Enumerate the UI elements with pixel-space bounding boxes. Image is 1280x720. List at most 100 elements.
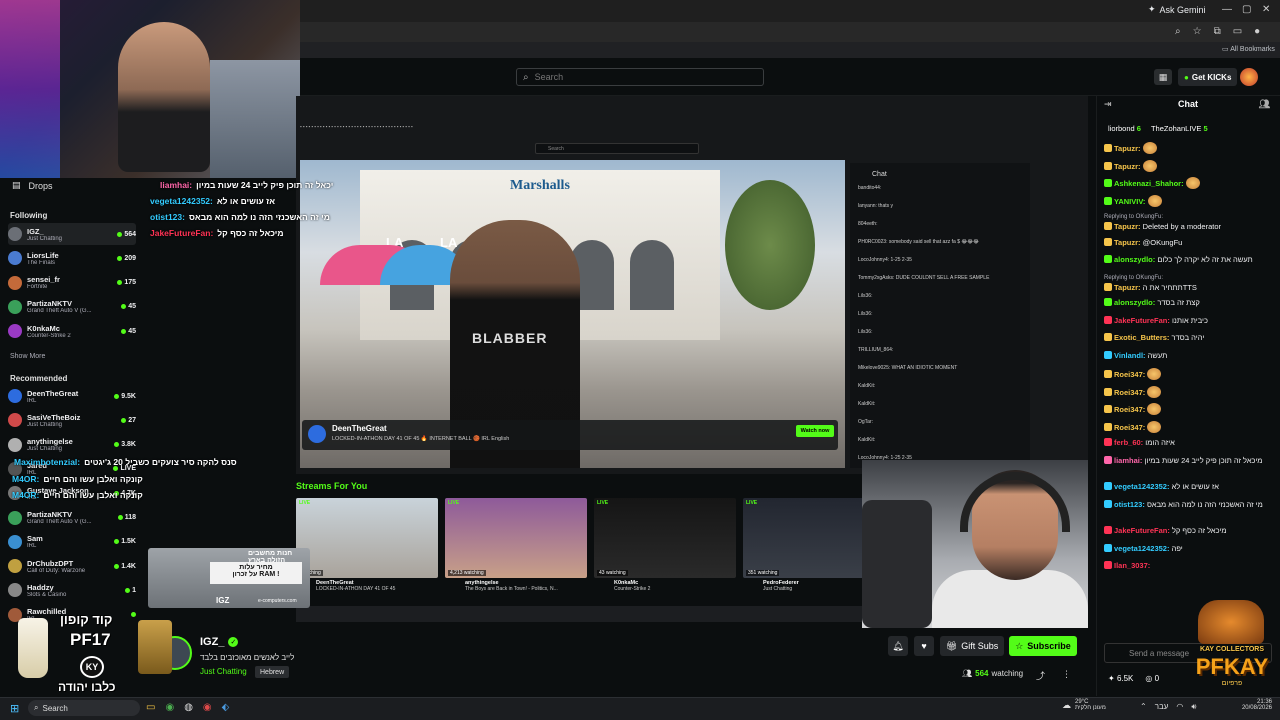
- share-icon[interactable]: ⤴: [1036, 669, 1045, 682]
- sidebar-icon[interactable]: ▭: [1233, 26, 1242, 37]
- chat-message[interactable]: JakeFutureFan: כיבית אותנו: [1104, 315, 1276, 326]
- stream-promo-banner[interactable]: DeenTheGreat LOCKED-IN-ATHON DAY 41 OF 4…: [302, 420, 838, 450]
- watch-now-button[interactable]: Watch now: [796, 425, 834, 437]
- chat-message[interactable]: Roei347:: [1104, 385, 1276, 398]
- sidebar-channel[interactable]: Haddzy Slots & Casino 1: [8, 579, 136, 601]
- stream-meta[interactable]: K0nkaMc Counter-Strike 2: [614, 580, 650, 592]
- stream-thumbnail[interactable]: LIVE 4,213 watching: [445, 498, 587, 578]
- kicks-balance[interactable]: ✦ 6.5K: [1108, 674, 1133, 683]
- chat-username[interactable]: Tapuzr:: [1114, 238, 1141, 247]
- chat-username[interactable]: JakeFutureFan:: [1114, 526, 1170, 535]
- sidebar-channel[interactable]: Sam IRL 1.5K: [8, 531, 136, 553]
- sidebar-channel[interactable]: DeenTheGreat IRL 9.5K: [8, 385, 136, 407]
- chat-message[interactable]: Replying to OKungFu: Tapuzr: Deleted by a…: [1104, 212, 1276, 232]
- chat-message[interactable]: alonszydlo: קצת זה בסדר: [1104, 298, 1276, 308]
- sidebar-channel[interactable]: LiorsLife The Finals 209: [8, 247, 136, 269]
- chat-username[interactable]: JakeFutureFan:: [1114, 316, 1170, 325]
- file-explorer-icon[interactable]: ▭: [146, 702, 155, 713]
- chat-username[interactable]: Ilan_3037:: [1114, 561, 1150, 570]
- chat-message[interactable]: Tapuzr:: [1104, 142, 1276, 154]
- windows-start-icon[interactable]: ⊞: [10, 702, 19, 715]
- chat-message[interactable]: Ilan_3037:: [1104, 561, 1276, 571]
- chat-message[interactable]: Vinlandl: תעשה: [1104, 350, 1276, 361]
- chat-username[interactable]: Roei347:: [1114, 388, 1145, 397]
- browse-grid-button[interactable]: ▦: [1154, 69, 1172, 85]
- chat-username[interactable]: Roei347:: [1114, 370, 1145, 379]
- chat-message[interactable]: Replying to OKungFu: Tapuzr: תתחיר את הTT…: [1104, 273, 1276, 293]
- top-gifter-1[interactable]: liorbond 6: [1108, 124, 1141, 133]
- notification-bell-button[interactable]: 🔔︎: [888, 636, 908, 656]
- user-avatar[interactable]: [1240, 68, 1258, 86]
- sidebar-channel[interactable]: SasiVeTheBoiz Just Chatting 27: [8, 409, 136, 431]
- minimize-icon[interactable]: —: [1222, 4, 1232, 15]
- stream-thumbnail[interactable]: LIVE 43 watching: [594, 498, 736, 578]
- language-indicator[interactable]: עבר: [1155, 702, 1169, 712]
- extensions-icon[interactable]: ⧉: [1214, 26, 1221, 37]
- chat-username[interactable]: YANIVIV:: [1114, 197, 1145, 206]
- stream-thumbnail[interactable]: LIVE watching: [296, 498, 438, 578]
- chat-message[interactable]: vegeta1242352: יפה: [1104, 543, 1276, 554]
- chat-users-icon[interactable]: 👥︎: [1259, 99, 1270, 110]
- points-balance[interactable]: ◎ 0: [1145, 674, 1159, 683]
- sidebar-channel[interactable]: sensei_fr Fortnite 175: [8, 272, 136, 294]
- sidebar-channel[interactable]: IGZ_ Just Chatting 564: [8, 223, 136, 245]
- show-more-button[interactable]: Show More: [10, 353, 45, 360]
- search-input[interactable]: [534, 72, 755, 82]
- taskbar-clock[interactable]: 21:36 20/08/2026: [1236, 699, 1272, 711]
- chat-message[interactable]: Roei347:: [1104, 403, 1276, 415]
- chat-username[interactable]: Tapuzr:: [1114, 144, 1141, 153]
- chat-username[interactable]: Ashkenazi_Shahor:: [1114, 179, 1184, 188]
- chat-username[interactable]: Exotic_Butters:: [1114, 333, 1169, 342]
- obs-icon[interactable]: ◍: [184, 702, 193, 713]
- chat-message[interactable]: ferb_60: איזה הומו: [1104, 438, 1276, 448]
- close-icon[interactable]: ✕: [1262, 4, 1270, 15]
- bookmark-star-icon[interactable]: ☆: [1193, 26, 1202, 37]
- sidebar-channel[interactable]: K0nkaMc Counter-Strike 2 45: [8, 320, 136, 342]
- chat-message[interactable]: JakeFutureFan: מיכאל זה כסף קל: [1104, 526, 1276, 536]
- chat-username[interactable]: Roei347:: [1114, 423, 1145, 432]
- app-icon[interactable]: ◉: [203, 702, 212, 713]
- chat-username[interactable]: alonszydlo:: [1114, 255, 1155, 264]
- channel-name[interactable]: IGZ_ ✓: [200, 636, 239, 648]
- chat-username[interactable]: Vinlandl:: [1114, 351, 1146, 360]
- chat-username[interactable]: ferb_60:: [1114, 438, 1143, 447]
- chat-username[interactable]: vegeta1242352:: [1114, 544, 1169, 553]
- chat-message[interactable]: Roei347:: [1104, 368, 1276, 380]
- profile-icon[interactable]: ●: [1254, 26, 1260, 37]
- get-kicks-button[interactable]: ● Get KICKs: [1178, 68, 1238, 86]
- sidebar-channel[interactable]: PartizaNKTV Grand Theft Auto V (G... 118: [8, 507, 136, 529]
- sidebar-channel[interactable]: DrChubzDPT Call of Duty: Warzone 1.4K: [8, 555, 136, 577]
- taskbar-weather[interactable]: ☁ 29°C מעונן חלקית: [1062, 699, 1106, 711]
- chat-username[interactable]: Tapuzr:: [1114, 283, 1141, 292]
- chat-message[interactable]: otist123: מי זה האשכנזי הזה נו למה הוא מ…: [1104, 499, 1276, 510]
- taskbar-search[interactable]: ⌕ Search: [28, 700, 140, 716]
- chat-message[interactable]: Tapuzr: @OKungFu: [1104, 237, 1276, 248]
- chat-username[interactable]: Tapuzr:: [1114, 162, 1141, 171]
- chat-message[interactable]: liamhai: מיכאל זה תוכן פיק לייב 24 שעות …: [1104, 455, 1276, 466]
- chat-message[interactable]: vegeta1242352: אז עושים או לא: [1104, 482, 1276, 492]
- chat-username[interactable]: Tapuzr:: [1114, 222, 1141, 231]
- chat-username[interactable]: liamhai:: [1114, 456, 1142, 465]
- maximize-icon[interactable]: ▢: [1242, 4, 1251, 15]
- follow-heart-button[interactable]: ♥: [914, 636, 934, 656]
- chat-message[interactable]: Ashkenazi_Shahor:: [1104, 177, 1276, 189]
- chat-username[interactable]: vegeta1242352:: [1114, 482, 1169, 491]
- chat-message[interactable]: Exotic_Butters: יהיה בסדר: [1104, 333, 1276, 343]
- volume-icon[interactable]: 🔊︎: [1191, 702, 1196, 712]
- stream-category[interactable]: Just Chatting: [200, 667, 247, 676]
- more-options-icon[interactable]: ⋮: [1062, 669, 1071, 680]
- top-gifter-2[interactable]: TheZohanLIVE 5: [1151, 124, 1208, 133]
- chrome-icon[interactable]: ◉: [165, 702, 174, 713]
- stream-meta[interactable]: DeenTheGreat LOCKED-IN-ATHON DAY 41 OF 45: [316, 580, 395, 592]
- language-tag[interactable]: Hebrew: [255, 666, 290, 678]
- stream-meta[interactable]: anythingelse The Boys are Back in Town! -…: [465, 580, 558, 592]
- sidebar-channel[interactable]: PartizaNKTV Grand Theft Auto V (G... 45: [8, 296, 136, 318]
- search-bar[interactable]: ⌕: [516, 68, 764, 86]
- chat-username[interactable]: otist123:: [1114, 500, 1145, 509]
- app-icon[interactable]: ⬖: [222, 702, 230, 713]
- wifi-icon[interactable]: ◠: [1176, 702, 1183, 712]
- ask-gemini-button[interactable]: ✦ Ask Gemini: [1148, 4, 1206, 15]
- all-bookmarks-button[interactable]: ▭ All Bookmarks: [1222, 45, 1275, 53]
- chat-username[interactable]: Roei347:: [1114, 405, 1145, 414]
- chat-message[interactable]: Tapuzr:: [1104, 159, 1276, 172]
